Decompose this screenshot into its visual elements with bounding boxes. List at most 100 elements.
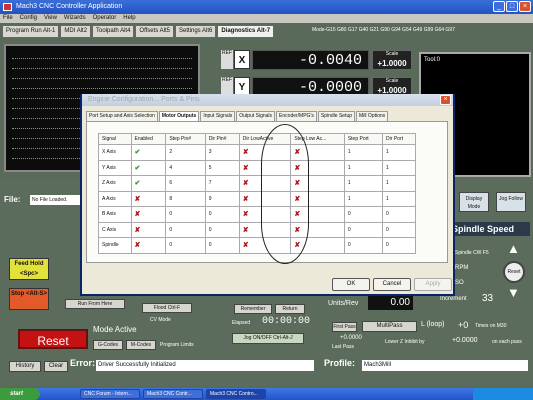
tab-encoder-mpg[interactable]: Encoder/MPG's xyxy=(276,111,317,121)
spindle-up-icon[interactable]: ▲ xyxy=(507,242,520,256)
cell-dir[interactable]: 7 xyxy=(204,175,240,192)
tab-program-run[interactable]: Program Run Alt-1 xyxy=(2,25,60,38)
menu-help[interactable]: Help xyxy=(123,14,135,23)
task-item[interactable]: Mach3 CNC Contr... xyxy=(143,389,203,399)
menu-view[interactable]: View xyxy=(44,14,57,23)
cell-signal[interactable]: Z Axis xyxy=(98,175,132,192)
cell-enabled[interactable]: ✘ xyxy=(130,190,167,207)
cell-dir-port[interactable]: 0 xyxy=(382,237,416,254)
cell-step[interactable]: 2 xyxy=(165,144,206,161)
tab-input-signals[interactable]: Input Signals xyxy=(200,111,236,121)
tab-offsets[interactable]: Offsets Alt5 xyxy=(135,25,174,38)
cell-signal[interactable]: B Axis xyxy=(98,206,132,223)
table-row[interactable]: Y Axis ✔ 4 5 ✘ ✘ 1 1 xyxy=(98,159,416,176)
cell-dir[interactable]: 5 xyxy=(204,159,240,176)
cell-step[interactable]: 0 xyxy=(165,206,206,223)
cancel-button[interactable]: Cancel xyxy=(373,278,411,291)
apply-button[interactable]: Apply xyxy=(414,278,452,291)
table-row[interactable]: A Axis ✘ 8 9 ✘ ✘ 1 1 xyxy=(98,190,416,207)
cell-dir-port[interactable]: 1 xyxy=(382,144,416,161)
cell-step[interactable]: 6 xyxy=(165,175,206,192)
cell-signal[interactable]: Spindle xyxy=(98,237,132,254)
cell-enabled[interactable]: ✘ xyxy=(130,206,167,223)
cell-dir-port[interactable]: 1 xyxy=(382,159,416,176)
menu-wizards[interactable]: Wizards xyxy=(64,14,86,23)
scale-x[interactable]: Scale +1.0000 xyxy=(372,50,412,70)
tab-mill-options[interactable]: Mill Options xyxy=(356,111,389,121)
cell-dir-port[interactable]: 1 xyxy=(382,175,416,192)
cell-enabled[interactable]: ✘ xyxy=(130,221,167,238)
ok-button[interactable]: OK xyxy=(332,278,370,291)
gcodes-button[interactable]: G-Codes xyxy=(93,340,123,350)
cell-step[interactable]: 0 xyxy=(165,221,206,238)
cell-dir-port[interactable]: 1 xyxy=(382,190,416,207)
cell-dir[interactable]: 0 xyxy=(204,237,240,254)
cell-step-port[interactable]: 1 xyxy=(343,190,384,207)
run-from-here-button[interactable]: Run From Here xyxy=(65,299,125,309)
reset-button[interactable]: Reset xyxy=(18,329,88,349)
table-row[interactable]: Spindle ✘ 0 0 ✘ ✘ 0 0 xyxy=(98,237,416,254)
tab-settings[interactable]: Settings Alt6 xyxy=(174,25,217,38)
minimize-icon[interactable]: _ xyxy=(493,1,505,12)
jog-follow-button[interactable]: Jog Follow xyxy=(496,192,526,212)
return-button[interactable]: Return xyxy=(275,304,305,314)
dro-x[interactable]: -0.0040 xyxy=(252,50,369,70)
tab-toolpath[interactable]: Toolpath Alt4 xyxy=(92,25,135,38)
cell-dir[interactable]: 3 xyxy=(204,144,240,161)
task-item[interactable]: Mach3 CNC Contro... xyxy=(206,389,266,399)
dialog-close-icon[interactable]: × xyxy=(440,95,451,105)
tab-motor-outputs[interactable]: Motor Outputs xyxy=(158,111,200,121)
menu-operator[interactable]: Operator xyxy=(93,14,117,23)
cell-step[interactable]: 0 xyxy=(165,237,206,254)
cell-dir[interactable]: 0 xyxy=(204,206,240,223)
table-row[interactable]: C Axis ✘ 0 0 ✘ ✘ 0 0 xyxy=(98,221,416,238)
menu-config[interactable]: Config xyxy=(20,14,37,23)
cell-step-port[interactable]: 0 xyxy=(343,221,384,238)
cell-enabled[interactable]: ✔ xyxy=(130,175,167,192)
clear-button[interactable]: Clear xyxy=(44,361,68,372)
cell-step[interactable]: 8 xyxy=(165,190,206,207)
cell-signal[interactable]: C Axis xyxy=(98,221,132,238)
cell-dir-port[interactable]: 0 xyxy=(382,206,416,223)
table-row[interactable]: B Axis ✘ 0 0 ✘ ✘ 0 0 xyxy=(98,206,416,223)
tab-output-signals[interactable]: Output Signals xyxy=(236,111,276,121)
stop-button[interactable]: Stop <Alt-S> xyxy=(9,288,49,310)
maximize-icon[interactable]: □ xyxy=(506,1,518,12)
cell-dir-port[interactable]: 0 xyxy=(382,221,416,238)
cell-step-port[interactable]: 1 xyxy=(343,144,384,161)
cell-enabled[interactable]: ✔ xyxy=(130,144,167,161)
flood-button[interactable]: Flood Ctrl-F xyxy=(142,303,192,313)
ref-x-button[interactable]: REF xyxy=(221,50,233,69)
cell-step-port[interactable]: 0 xyxy=(343,237,384,254)
jog-toggle-button[interactable]: Jog ON/OFF Ctrl-Alt-J xyxy=(232,333,304,344)
tab-diagnostics[interactable]: Diagnostics Alt-7 xyxy=(217,25,275,38)
cell-step-port[interactable]: 1 xyxy=(343,175,384,192)
cell-dir[interactable]: 0 xyxy=(204,221,240,238)
table-row[interactable]: Z Axis ✔ 6 7 ✘ ✘ 1 1 xyxy=(98,175,416,192)
multipass-button[interactable]: MultiPass xyxy=(362,321,417,332)
cell-signal[interactable]: Y Axis xyxy=(98,159,132,176)
tab-spindle-setup[interactable]: Spindle Setup xyxy=(317,111,356,121)
cell-enabled[interactable]: ✔ xyxy=(130,159,167,176)
cell-signal[interactable]: X Axis xyxy=(98,144,132,161)
remember-button[interactable]: Remember xyxy=(234,304,272,314)
tab-mdi[interactable]: MDI Alt2 xyxy=(60,25,92,38)
first-pass-button[interactable]: First Pass xyxy=(332,322,357,332)
cell-step-port[interactable]: 1 xyxy=(343,159,384,176)
cell-step[interactable]: 4 xyxy=(165,159,206,176)
cell-dir[interactable]: 9 xyxy=(204,190,240,207)
history-button[interactable]: History xyxy=(9,361,41,372)
tab-port-setup[interactable]: Port Setup and Axis Selection xyxy=(86,111,158,121)
cell-enabled[interactable]: ✘ xyxy=(130,237,167,254)
feed-hold-button[interactable]: Feed Hold <Spc> xyxy=(9,258,49,280)
table-row[interactable]: X Axis ✔ 2 3 ✘ ✘ 1 1 xyxy=(98,144,416,161)
spindle-reset-button[interactable]: Reset xyxy=(503,261,525,283)
mcodes-button[interactable]: M-Codes xyxy=(126,340,156,350)
axis-x-label[interactable]: X xyxy=(234,50,250,69)
menu-file[interactable]: File xyxy=(3,14,13,23)
spindle-down-icon[interactable]: ▼ xyxy=(507,286,520,300)
close-icon[interactable]: × xyxy=(519,1,531,12)
display-mode-button[interactable]: Display Mode xyxy=(459,192,489,212)
cell-signal[interactable]: A Axis xyxy=(98,190,132,207)
task-item[interactable]: CNC Forum - Intern... xyxy=(80,389,140,399)
